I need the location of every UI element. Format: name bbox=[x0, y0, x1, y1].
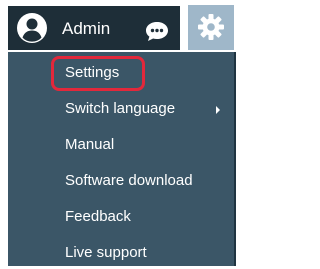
menu-item-switch-language[interactable]: Switch language bbox=[8, 94, 234, 124]
submenu-arrow-icon bbox=[216, 106, 220, 114]
menu-item-label: Switch language bbox=[65, 100, 176, 117]
gear-icon bbox=[198, 14, 224, 40]
menu-item-settings[interactable]: Settings bbox=[8, 58, 234, 88]
settings-gear-button[interactable] bbox=[188, 5, 234, 50]
menu-item-label: Software download bbox=[65, 172, 193, 189]
menu-item-label: Feedback bbox=[65, 208, 131, 225]
menu-item-feedback[interactable]: Feedback bbox=[8, 202, 234, 232]
chat-button[interactable] bbox=[144, 19, 170, 43]
chat-bubble-icon bbox=[146, 22, 168, 41]
menu-item-live-support[interactable]: Live support bbox=[8, 238, 234, 268]
user-menu[interactable]: Admin bbox=[8, 6, 180, 50]
top-bar: Admin bbox=[0, 0, 245, 54]
menu-item-label: Manual bbox=[65, 136, 115, 153]
user-name: Admin bbox=[62, 19, 111, 38]
menu-item-label: Settings bbox=[65, 64, 120, 81]
user-circle-icon bbox=[17, 13, 47, 43]
menu-item-manual[interactable]: Manual bbox=[8, 130, 234, 160]
menu-item-software-download[interactable]: Software download bbox=[8, 166, 234, 196]
settings-dropdown-menu: Settings Switch language Manual Software… bbox=[8, 52, 236, 266]
menu-item-label: Live support bbox=[65, 244, 147, 261]
